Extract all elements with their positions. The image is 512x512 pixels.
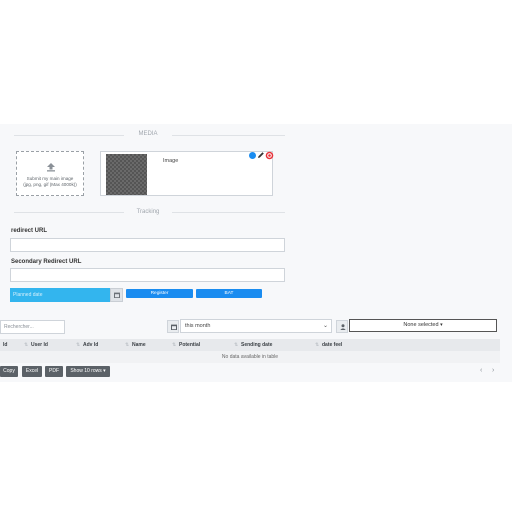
calendar-icon bbox=[170, 324, 177, 330]
sort-icon: ⇅ bbox=[76, 342, 81, 348]
image-upload-dropzone[interactable]: Submit my main image (jpg, png, gif (Max… bbox=[16, 151, 84, 196]
sort-icon: ⇅ bbox=[315, 342, 320, 348]
column-header-user-id[interactable]: ⇅ User Id bbox=[24, 339, 48, 351]
period-select[interactable]: this month ⌄ bbox=[180, 319, 332, 333]
caret-down-icon: ▾ bbox=[103, 368, 106, 374]
table-empty-row: No data available in table bbox=[0, 351, 500, 363]
user-icon-box bbox=[336, 320, 348, 333]
sort-icon: ⇅ bbox=[24, 342, 29, 348]
column-header-adv-id[interactable]: ⇅ Adv Id bbox=[76, 339, 98, 351]
image-label: Image bbox=[163, 158, 179, 164]
media-section-title: MEDIA bbox=[138, 131, 158, 137]
show-rows-button[interactable]: Show 10 rows ▾ bbox=[66, 366, 110, 377]
tracking-section-title: Tracking bbox=[136, 209, 160, 215]
upload-formats: (jpg, png, gif (Max 4000k)) bbox=[23, 182, 77, 187]
column-header-sending-date[interactable]: ⇅ Sending date bbox=[234, 339, 272, 351]
bat-button[interactable]: BAT bbox=[196, 289, 262, 298]
delete-icon[interactable] bbox=[265, 151, 274, 160]
info-icon[interactable] bbox=[249, 152, 256, 159]
upload-icon bbox=[47, 163, 55, 172]
user-multiselect-value: None selected bbox=[403, 322, 439, 328]
register-button[interactable]: Register bbox=[126, 289, 193, 298]
secondary-redirect-url-input[interactable] bbox=[10, 268, 285, 282]
tracking-divider-right bbox=[172, 212, 285, 213]
column-header-id[interactable]: Id bbox=[3, 339, 7, 351]
show-rows-label: Show 10 rows bbox=[70, 368, 102, 374]
column-header-name[interactable]: ⇅ Name bbox=[125, 339, 146, 351]
copy-button[interactable]: Copy bbox=[0, 366, 18, 377]
period-select-value: this month bbox=[185, 323, 211, 329]
sort-icon: ⇅ bbox=[234, 342, 239, 348]
column-header-potential[interactable]: ⇅ Potential bbox=[172, 339, 200, 351]
chevron-down-icon: ⌄ bbox=[322, 323, 328, 329]
pagination-previous[interactable]: ‹ bbox=[480, 367, 482, 374]
redirect-url-label: redirect URL bbox=[11, 228, 48, 234]
planned-date-input[interactable]: Planned date bbox=[10, 288, 110, 302]
sort-icon: ⇅ bbox=[172, 342, 177, 348]
pagination-next[interactable]: › bbox=[492, 367, 494, 374]
calendar-button[interactable] bbox=[110, 288, 123, 302]
search-input[interactable]: Rechercher... bbox=[0, 320, 65, 334]
media-divider-left bbox=[14, 135, 124, 136]
image-preview-card: Image bbox=[100, 151, 273, 196]
image-thumbnail bbox=[106, 154, 147, 195]
table-header: Id ⇅ User Id ⇅ Adv Id ⇅ Name ⇅ Potential ⇅ Se… bbox=[0, 339, 500, 351]
sort-icon: ⇅ bbox=[125, 342, 130, 348]
caret-down-icon: ▾ bbox=[440, 322, 443, 328]
calendar-icon bbox=[114, 292, 120, 298]
excel-button[interactable]: Excel bbox=[22, 366, 42, 377]
column-header-date-feel[interactable]: ⇅ date feel bbox=[315, 339, 342, 351]
media-divider-right bbox=[172, 135, 285, 136]
secondary-redirect-url-label: Secondary Redirect URL bbox=[11, 259, 82, 265]
user-multiselect[interactable]: None selected ▾ bbox=[349, 319, 497, 332]
edit-icon[interactable] bbox=[257, 151, 265, 159]
period-icon-box bbox=[167, 320, 179, 333]
tracking-divider-left bbox=[14, 212, 124, 213]
redirect-url-input[interactable] bbox=[10, 238, 285, 252]
user-icon bbox=[339, 324, 346, 330]
pdf-button[interactable]: PDF bbox=[45, 366, 63, 377]
